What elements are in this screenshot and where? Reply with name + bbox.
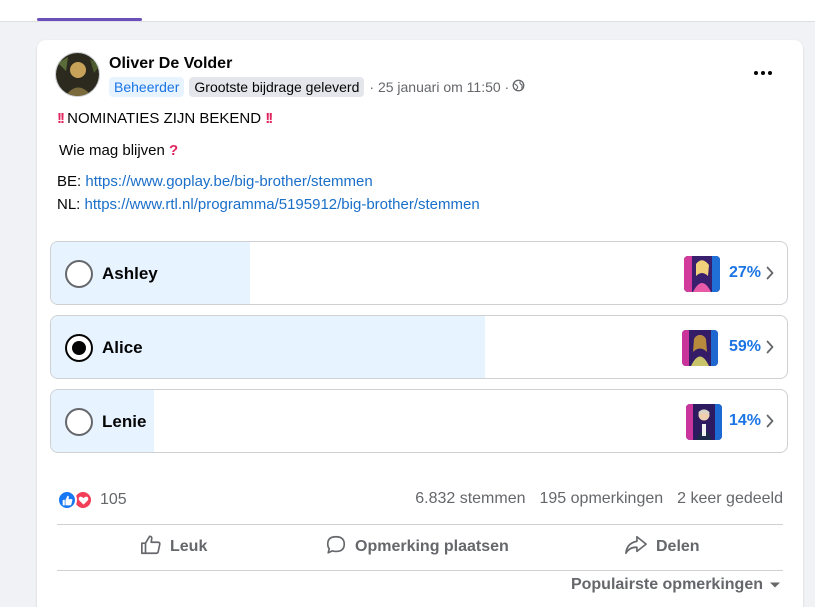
double-exclamation-icon: !! xyxy=(265,110,273,127)
poll-option-label: Alice xyxy=(102,338,143,357)
post-card: Oliver De Volder Beheerder Grootste bijd… xyxy=(37,40,803,607)
comments-count[interactable]: 195 opmerkingen xyxy=(540,490,664,508)
share-label: Delen xyxy=(656,538,700,555)
like-button[interactable]: Leuk xyxy=(140,530,207,564)
author-avatar[interactable] xyxy=(55,52,100,97)
share-arrow-icon xyxy=(624,534,648,561)
thumbs-up-icon xyxy=(140,534,162,561)
actions-divider xyxy=(57,570,783,571)
be-link-line: BE: https://www.goplay.be/big-brother/st… xyxy=(57,173,373,190)
question-text: Wie mag blijven xyxy=(59,142,165,159)
post-meta: Beheerder Grootste bijdrage geleverd · 2… xyxy=(109,76,525,98)
chevron-right-icon xyxy=(766,340,774,359)
stats-divider xyxy=(57,524,783,525)
poll-option-ashley[interactable]: Ashley 27% xyxy=(50,241,788,305)
post-timestamp[interactable]: · 25 januari om 11:50 · xyxy=(369,79,509,95)
chevron-right-icon xyxy=(766,266,774,285)
poll-percentage: 14% xyxy=(728,412,761,429)
top-contributor-badge[interactable]: Grootste bijdrage geleverd xyxy=(189,77,365,97)
question-mark-icon: ? xyxy=(169,142,179,159)
admin-badge[interactable]: Beheerder xyxy=(109,77,185,97)
goplay-link[interactable]: https://www.goplay.be/big-brother/stemme… xyxy=(85,173,372,190)
poll-radio-selected[interactable] xyxy=(65,334,93,362)
reaction-count: 105 xyxy=(100,491,127,508)
comment-sort-dropdown[interactable]: Populairste opmerkingen xyxy=(571,576,781,594)
active-tab-indicator xyxy=(37,18,142,21)
sort-label: Populairste opmerkingen xyxy=(570,576,763,593)
engagement-stats: 105 6.832 stemmen 195 opmerkingen 2 keer… xyxy=(57,488,783,512)
globe-icon xyxy=(512,79,525,95)
author-name[interactable]: Oliver De Volder xyxy=(109,55,232,73)
poll-option-label: Lenie xyxy=(102,412,147,431)
nl-prefix: NL: xyxy=(57,196,81,213)
shares-count[interactable]: 2 keer gedeeld xyxy=(677,490,783,508)
chevron-right-icon xyxy=(766,414,774,433)
comment-bubble-icon xyxy=(325,534,347,561)
poll-percentage: 59% xyxy=(728,338,761,355)
poll-option-lenie[interactable]: Lenie 14% xyxy=(50,389,788,453)
voter-avatar xyxy=(686,404,722,440)
comment-label: Opmerking plaatsen xyxy=(355,538,509,555)
stats-counts: 6.832 stemmen 195 opmerkingen 2 keer ged… xyxy=(415,490,783,508)
poll-option-label: Ashley xyxy=(102,264,158,283)
caret-down-icon xyxy=(769,576,781,594)
voter-avatar xyxy=(684,256,720,292)
share-button[interactable]: Delen xyxy=(624,530,700,564)
reactions-summary[interactable]: 105 xyxy=(57,490,127,510)
comment-button[interactable]: Opmerking plaatsen xyxy=(325,530,509,564)
headline-text: NOMINATIES ZIJN BEKEND xyxy=(67,110,262,127)
like-reaction-icon xyxy=(57,490,77,510)
be-prefix: BE: xyxy=(57,173,82,190)
like-label: Leuk xyxy=(170,538,208,555)
poll-percentage: 27% xyxy=(728,264,761,281)
voter-avatar xyxy=(682,330,718,366)
nl-link-line: NL: https://www.rtl.nl/programma/5195912… xyxy=(57,196,480,213)
votes-count[interactable]: 6.832 stemmen xyxy=(415,490,525,508)
poll-radio[interactable] xyxy=(65,260,93,288)
rtl-link[interactable]: https://www.rtl.nl/programma/5195912/big… xyxy=(85,196,480,213)
poll-radio[interactable] xyxy=(65,408,93,436)
poll-option-alice[interactable]: Alice 59% xyxy=(50,315,788,379)
post-headline: !! NOMINATIES ZIJN BEKEND !! xyxy=(57,110,273,127)
post-question: Wie mag blijven ? xyxy=(59,142,178,159)
double-exclamation-icon: !! xyxy=(57,110,65,127)
top-navigation-bar xyxy=(0,0,815,22)
more-options-icon[interactable] xyxy=(745,60,781,86)
